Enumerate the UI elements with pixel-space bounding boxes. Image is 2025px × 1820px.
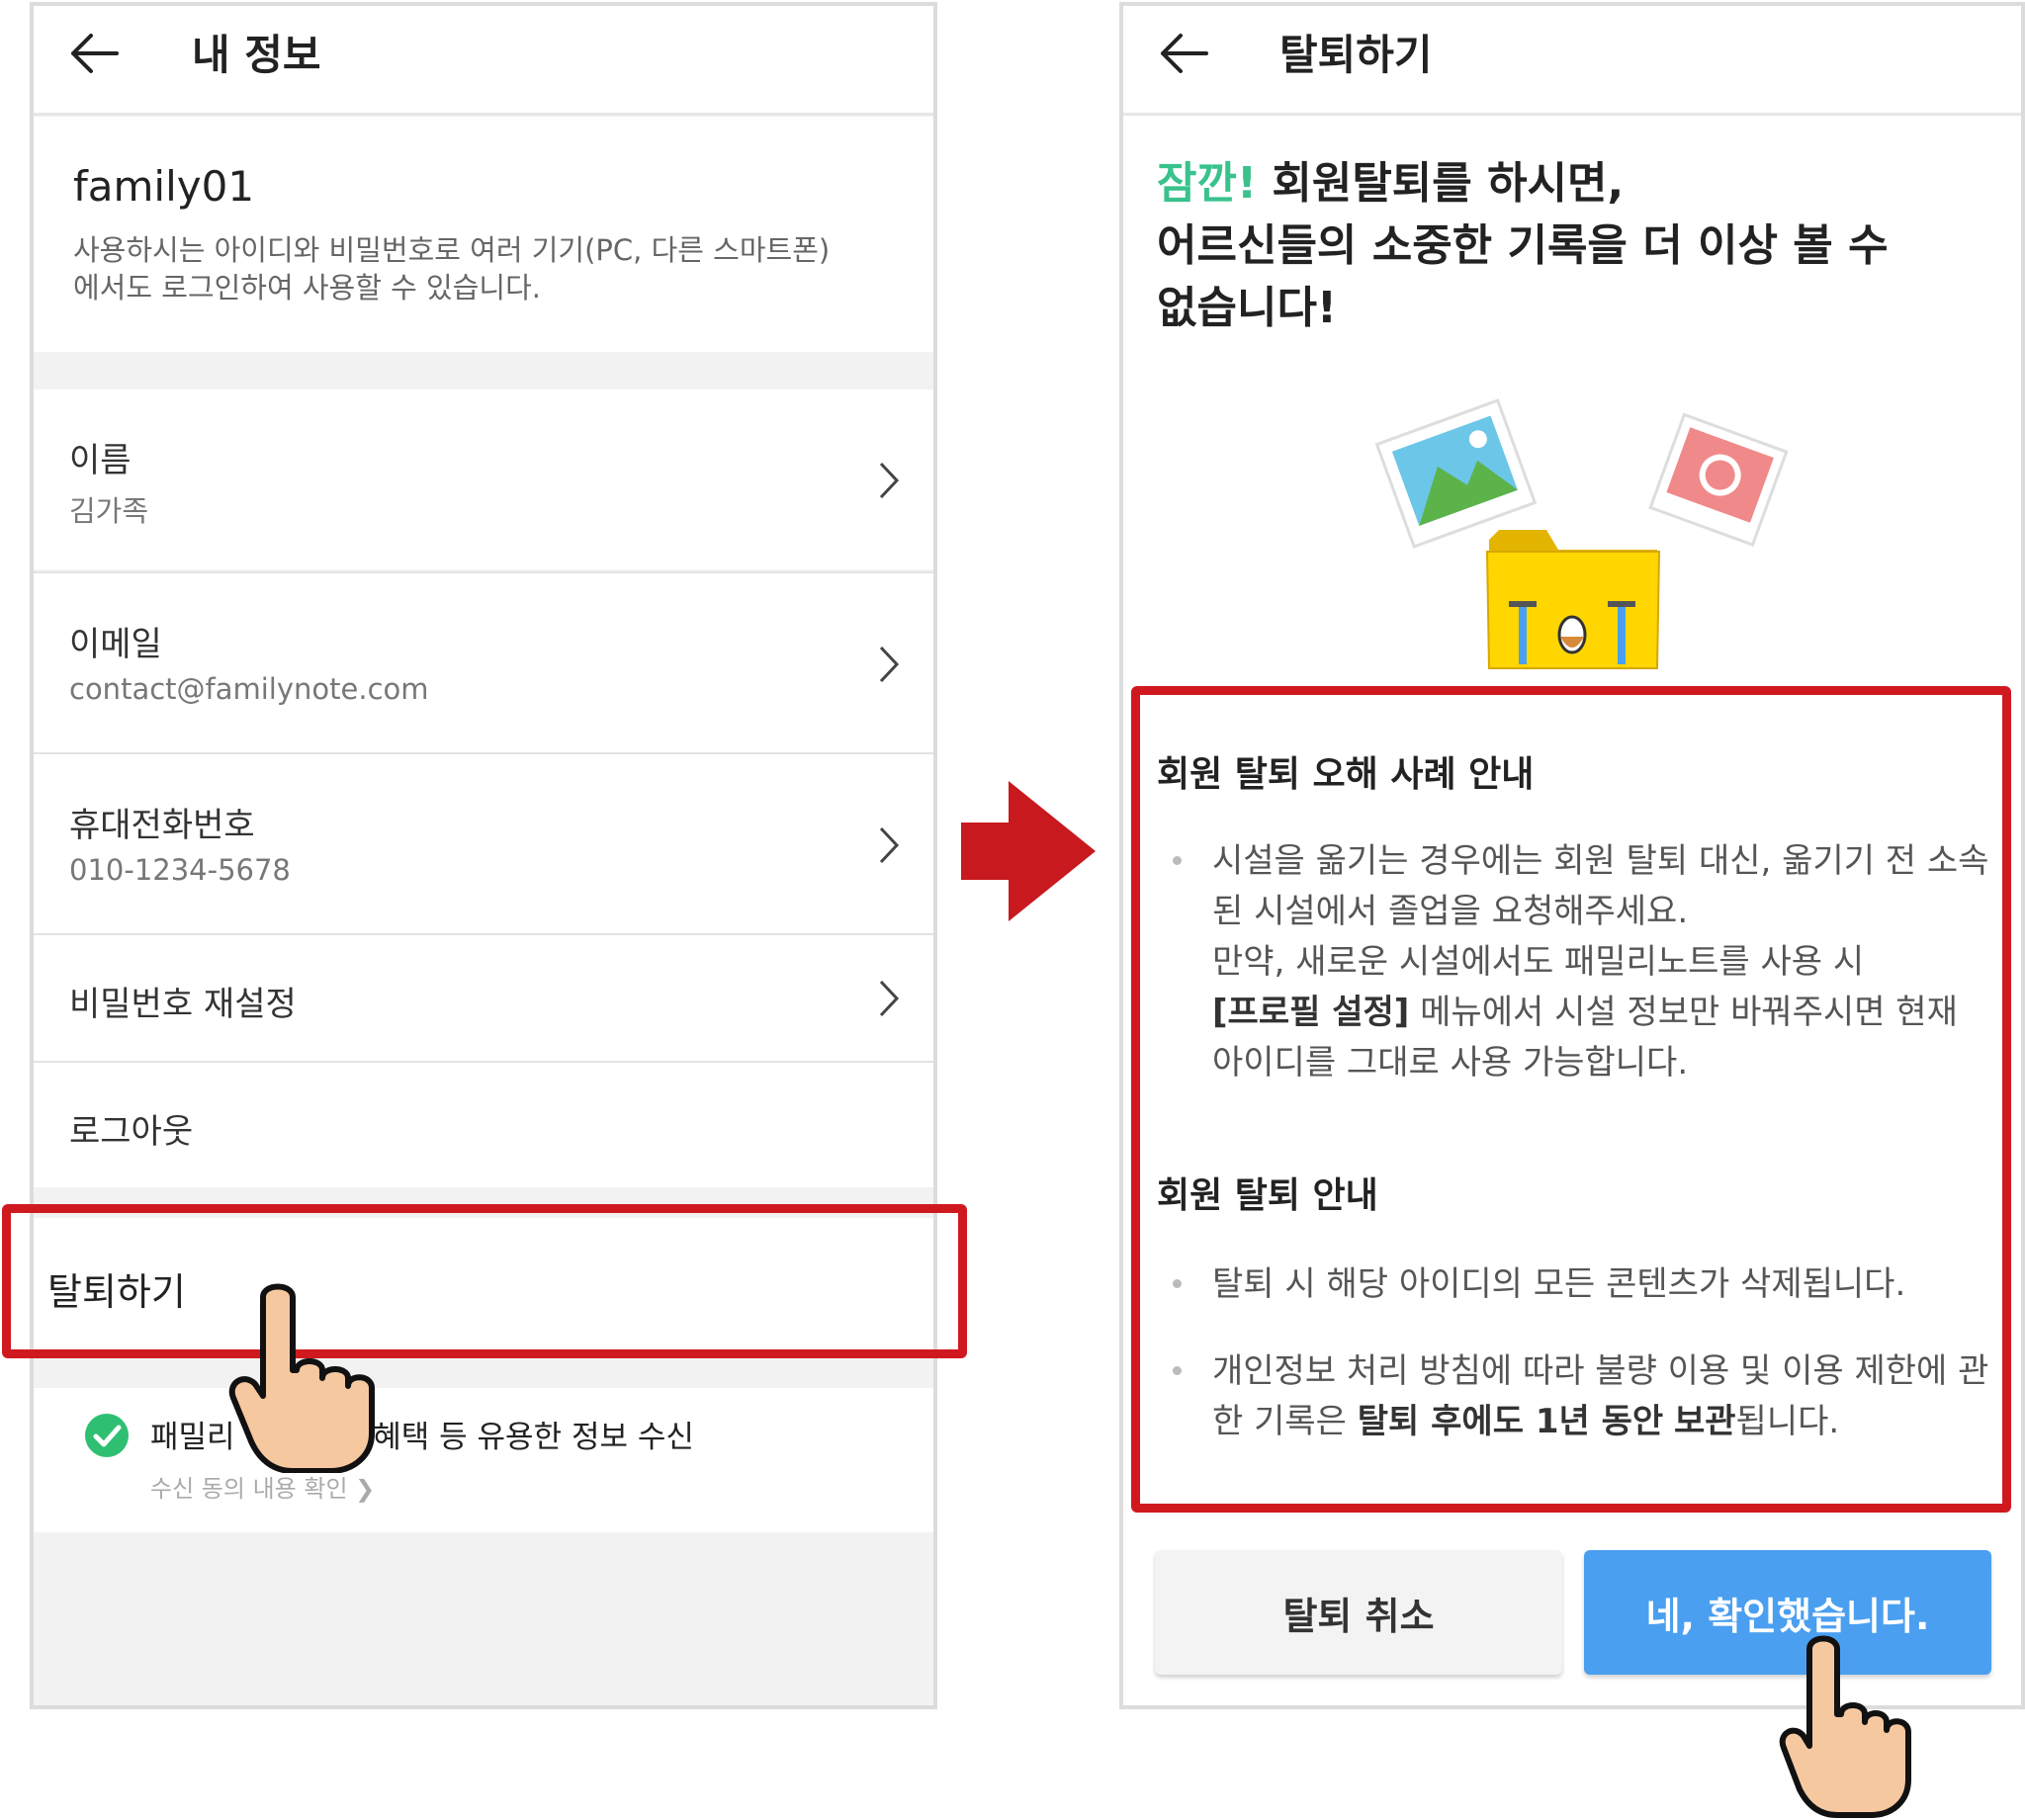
chevron-right-icon (879, 462, 900, 499)
my-info-screen: 내 정보 family01 사용하시는 아이디와 비밀번호로 여러 기기(PC,… (30, 2, 937, 1709)
headline-line1: 회원탈퇴를 하시면, (1272, 158, 1625, 209)
headline-accent: 잠깐! (1157, 158, 1258, 209)
row-label: 로그아웃 (69, 1112, 194, 1152)
back-arrow-icon[interactable] (1157, 30, 1212, 77)
row-logout[interactable]: 로그아웃 (34, 1061, 933, 1187)
chevron-right-icon (879, 646, 900, 683)
profile-description: 사용하시는 아이디와 비밀번호로 여러 기기(PC, 다른 스마트폰)에서도 로… (73, 233, 831, 304)
highlight-box-withdraw (2, 1204, 967, 1358)
marketing-consent: 패밀리 , 혜택 등 유용한 정보 수신 수신 동의 내용 확인 ❯ (34, 1388, 933, 1532)
page-title: 내 정보 (192, 31, 321, 79)
row-value: contact@familynote.com (69, 672, 429, 706)
row-label: 휴대전화번호 (69, 806, 255, 845)
highlight-box-notice (1131, 686, 2011, 1513)
chevron-right-icon: ❯ (355, 1475, 376, 1503)
profile-card: family01 사용하시는 아이디와 비밀번호로 여러 기기(PC, 다른 스… (34, 117, 933, 352)
app-bar: 내 정보 (34, 6, 933, 116)
row-phone[interactable]: 휴대전화번호 010-1234-5678 (34, 752, 933, 934)
headline-line3: 없습니다! (1157, 283, 1337, 333)
row-label: 비밀번호 재설정 (69, 985, 297, 1024)
page-title: 탈퇴하기 (1279, 31, 1433, 79)
consent-detail-link[interactable]: 수신 동의 내용 확인 ❯ (150, 1469, 375, 1504)
headline-line2: 어르신들의 소중한 기록을 더 이상 볼 수 (1157, 220, 1889, 271)
consent-link-label: 수신 동의 내용 확인 (150, 1475, 348, 1503)
app-bar: 탈퇴하기 (1123, 6, 2021, 116)
row-value: 김가족 (69, 494, 149, 528)
consent-text-end: , 혜택 등 유용한 정보 수신 (353, 1420, 694, 1455)
pointing-hand-icon (1779, 1635, 1911, 1818)
right-arrow-icon (961, 781, 1096, 921)
row-email[interactable]: 이메일 contact@familynote.com (34, 571, 933, 753)
folder-icon (1485, 530, 1661, 669)
consent-text-start: 패밀리 (150, 1420, 235, 1455)
illustration (1374, 398, 1789, 669)
row-name[interactable]: 이름 김가족 (34, 390, 933, 569)
row-value: 010-1234-5678 (69, 853, 291, 887)
camera-photo-icon (1648, 412, 1789, 547)
warning-headline: 잠깐! 회원탈퇴를 하시면, 어르신들의 소중한 기록을 더 이상 볼 수 없습… (1157, 152, 1978, 339)
check-circle-icon[interactable] (83, 1412, 131, 1459)
chevron-right-icon (879, 980, 900, 1017)
row-label: 이름 (69, 441, 132, 480)
back-arrow-icon[interactable] (67, 30, 123, 77)
photo-icon (1374, 398, 1538, 549)
pointing-hand-icon (228, 1283, 375, 1473)
chevron-right-icon (879, 826, 900, 864)
cancel-withdraw-button[interactable]: 탈퇴 취소 (1155, 1550, 1562, 1675)
username: family01 (73, 162, 255, 211)
row-label: 이메일 (69, 625, 162, 664)
row-password-reset[interactable]: 비밀번호 재설정 (34, 933, 933, 1062)
